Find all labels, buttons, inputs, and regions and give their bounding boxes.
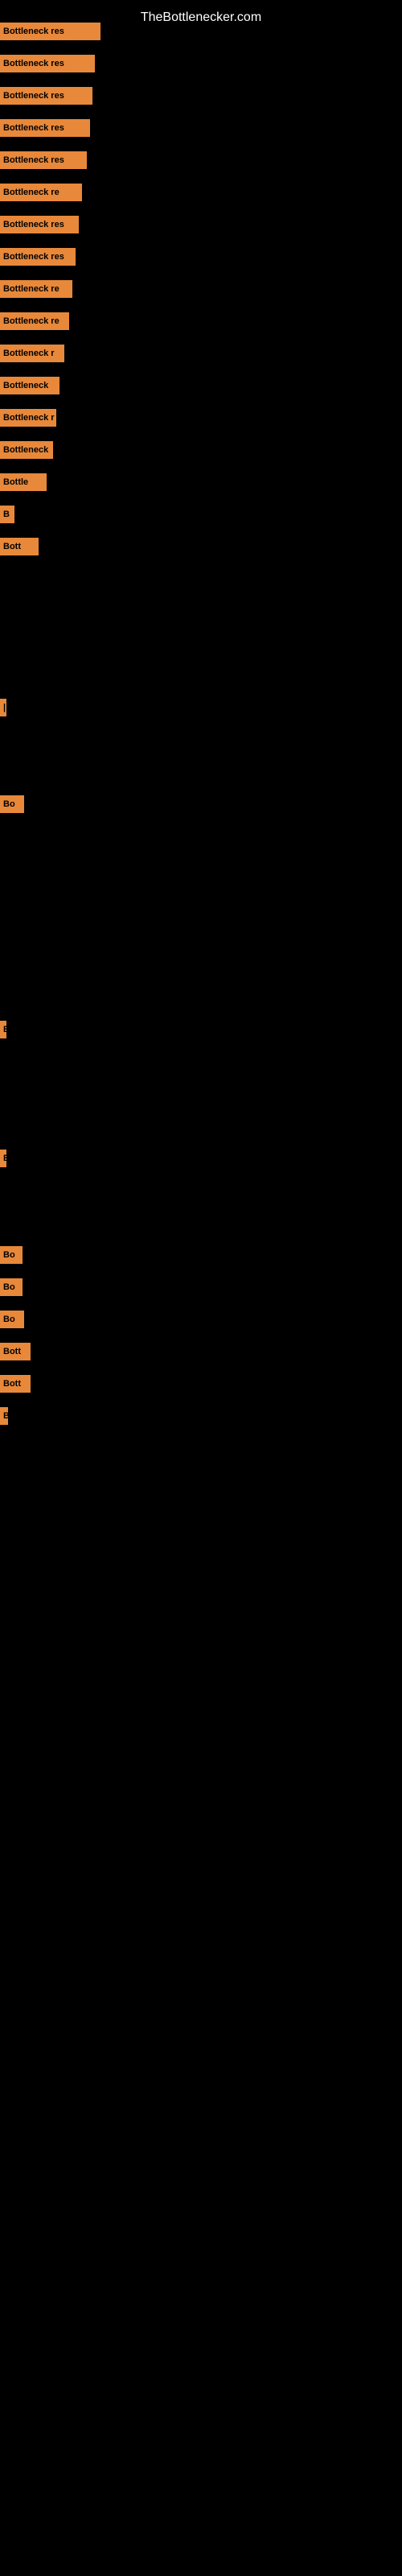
bottleneck-bar: Bottleneck r [0,409,56,427]
bottleneck-bar: | [0,699,6,716]
bottleneck-bar: Bo [0,1246,23,1264]
bottleneck-bar: Bottleneck res [0,119,90,137]
bottleneck-bar: Bott [0,1375,31,1393]
bottleneck-bar: Bottleneck [0,441,53,459]
bottleneck-bar: Bottleneck re [0,280,72,298]
bottleneck-bar: Bottleneck r [0,345,64,362]
bottleneck-bar: Bottleneck res [0,248,76,266]
bottleneck-bar: Bottleneck res [0,151,87,169]
bottleneck-bar: Bottleneck res [0,55,95,72]
bottleneck-bar: Bottleneck res [0,23,100,40]
bottleneck-bar: Bottleneck res [0,87,92,105]
bottleneck-bar: Bo [0,1311,24,1328]
bottleneck-bar: Bottle [0,473,47,491]
bottleneck-bar: B [0,506,14,523]
bottleneck-bar: Bo [0,1278,23,1296]
bottleneck-bar: B [0,1150,6,1167]
bottleneck-bar: B [0,1021,6,1038]
bottleneck-bar: Bottleneck res [0,216,79,233]
bottleneck-bar: Bottleneck [0,377,59,394]
bottleneck-bar: Bott [0,538,39,555]
bottleneck-bar: B [0,1407,8,1425]
bottleneck-bar: Bottleneck re [0,312,69,330]
bottleneck-bar: Bott [0,1343,31,1360]
bottleneck-bar: Bo [0,795,24,813]
bottleneck-bar: Bottleneck re [0,184,82,201]
